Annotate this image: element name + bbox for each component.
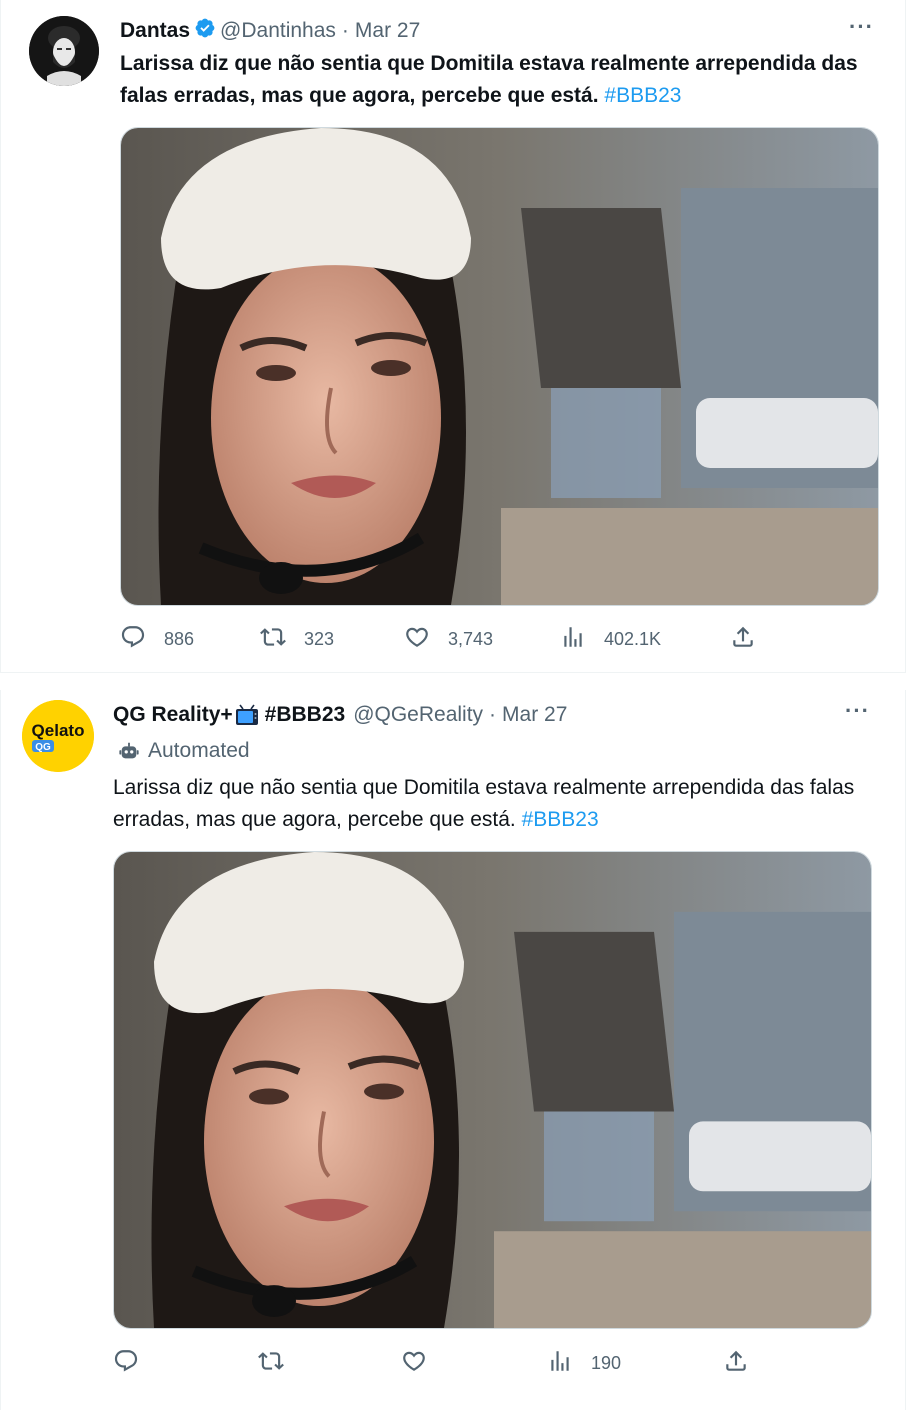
retweet-count: 323	[304, 628, 335, 649]
retweet-button[interactable]	[258, 1348, 284, 1379]
tweet-media-image[interactable]	[120, 127, 879, 606]
tweet-body: Larissa diz que não sentia que Domitila …	[120, 52, 858, 107]
share-icon	[723, 1348, 749, 1379]
tweet-body: Larissa diz que não sentia que Domitila …	[113, 776, 855, 831]
tweet-media-image[interactable]	[113, 851, 872, 1329]
automated-label: Automated	[118, 736, 250, 766]
hashtag-link[interactable]: #BBB23	[604, 84, 681, 107]
tweet-text: Larissa diz que não sentia que Domitila …	[113, 772, 883, 836]
more-options-button[interactable]: ···	[845, 698, 870, 724]
views-count: 190	[591, 1352, 622, 1373]
more-options-button[interactable]: ···	[849, 14, 874, 40]
separator-dot: ·	[341, 19, 349, 42]
retweet-icon	[260, 624, 286, 655]
retweet-icon	[258, 1348, 284, 1379]
reply-button[interactable]: 886	[120, 624, 194, 655]
tweet-date[interactable]: Mar 27	[355, 19, 420, 43]
tv-icon	[235, 704, 259, 726]
tweet-card-qgreality[interactable]: Qelato QG QG Reality+ #BBB23 @QGeReality…	[0, 690, 906, 1410]
reply-icon	[113, 1348, 139, 1379]
tweet-card-dantas[interactable]: Dantas @Dantinhas · Mar 27 ··· Larissa d…	[0, 0, 906, 673]
like-button[interactable]	[401, 1348, 427, 1379]
like-count: 3,743	[448, 628, 494, 649]
automated-text: Automated	[148, 739, 250, 762]
reply-icon	[120, 624, 146, 655]
avatar-dantas[interactable]	[29, 16, 99, 86]
like-button[interactable]: 3,743	[404, 624, 493, 655]
views-button[interactable]: 402.1K	[560, 624, 661, 655]
views-count: 402.1K	[604, 628, 662, 649]
separator-dot: ·	[489, 703, 497, 726]
like-icon	[404, 624, 430, 655]
retweet-button[interactable]: 323	[260, 624, 334, 655]
avatar-logo-text: Qelato	[32, 721, 85, 740]
views-icon	[560, 624, 586, 655]
author-handle[interactable]: @Dantinhas	[220, 19, 336, 43]
share-icon	[730, 624, 756, 655]
author-name[interactable]: QG Reality+	[113, 703, 233, 727]
verified-badge-icon	[194, 17, 216, 45]
like-icon	[401, 1348, 427, 1379]
author-name[interactable]: Dantas	[120, 19, 190, 43]
avatar-qgreality[interactable]: Qelato QG	[22, 700, 94, 772]
robot-icon	[118, 740, 140, 762]
share-button[interactable]	[723, 1348, 749, 1379]
reply-button[interactable]	[113, 1348, 139, 1379]
reply-count: 886	[164, 628, 195, 649]
views-button[interactable]: 190	[547, 1348, 621, 1379]
author-name-tag[interactable]: #BBB23	[265, 703, 346, 727]
hashtag-link[interactable]: #BBB23	[522, 808, 599, 831]
tweet-date[interactable]: Mar 27	[502, 703, 567, 727]
author-handle[interactable]: @QGeReality	[353, 703, 483, 727]
tweet-text: Larissa diz que não sentia que Domitila …	[120, 48, 880, 112]
share-button[interactable]	[730, 624, 756, 655]
avatar-logo-sub: QG	[35, 742, 51, 753]
views-icon	[547, 1348, 573, 1379]
